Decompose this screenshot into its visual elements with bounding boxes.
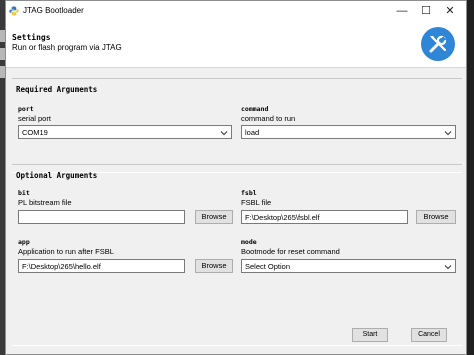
app-label: app bbox=[18, 238, 30, 246]
section-title-optional: Optional Arguments bbox=[16, 171, 98, 180]
minimize-icon: — bbox=[396, 4, 408, 17]
app-file-input[interactable]: F:\Desktop\265\hello.elf bbox=[18, 259, 185, 273]
port-value: COM19 bbox=[22, 128, 48, 137]
command-select[interactable]: load bbox=[241, 125, 456, 139]
chevron-down-icon bbox=[444, 265, 452, 270]
tools-icon bbox=[429, 35, 447, 53]
bit-description: PL bitstream file bbox=[18, 198, 72, 207]
minimize-button[interactable]: — bbox=[390, 1, 414, 21]
page-subtitle: Run or flash program via JTAG bbox=[12, 43, 122, 52]
chevron-down-icon bbox=[444, 131, 452, 136]
mode-select[interactable]: Select Option bbox=[241, 259, 456, 273]
window-title: JTAG Bootloader bbox=[23, 6, 84, 15]
command-label: command bbox=[241, 105, 269, 113]
optional-arguments-section: Optional Arguments bit PL bitstream file… bbox=[12, 164, 462, 346]
bit-file-input[interactable] bbox=[18, 210, 185, 224]
mode-description: Bootmode for reset command bbox=[241, 247, 340, 256]
required-arguments-section: Required Arguments port serial port COM1… bbox=[12, 78, 462, 173]
close-button[interactable]: ✕ bbox=[438, 1, 462, 21]
close-icon: ✕ bbox=[445, 4, 455, 17]
tools-badge bbox=[421, 27, 455, 61]
bit-label: bit bbox=[18, 189, 30, 197]
app-browse-button[interactable]: Browse bbox=[195, 259, 233, 273]
chevron-down-icon bbox=[220, 131, 228, 136]
section-title-required: Required Arguments bbox=[16, 85, 98, 94]
port-description: serial port bbox=[18, 114, 51, 123]
title-bar[interactable]: JTAG Bootloader — ☐ ✕ bbox=[6, 1, 466, 21]
settings-header: Settings Run or flash program via JTAG bbox=[6, 21, 466, 66]
settings-body: Required Arguments port serial port COM1… bbox=[6, 67, 466, 354]
fsbl-label: fsbl bbox=[241, 189, 257, 197]
app-description: Application to run after FSBL bbox=[18, 247, 114, 256]
command-description: command to run bbox=[241, 114, 296, 123]
app-window: JTAG Bootloader — ☐ ✕ Settings Run or fl… bbox=[5, 0, 467, 355]
start-button[interactable]: Start bbox=[352, 328, 388, 342]
python-icon bbox=[9, 6, 19, 16]
page-title: Settings bbox=[12, 33, 51, 42]
port-label: port bbox=[18, 105, 34, 113]
fsbl-file-input[interactable]: F:\Desktop\265\fsbl.elf bbox=[241, 210, 408, 224]
port-select[interactable]: COM19 bbox=[18, 125, 232, 139]
fsbl-browse-button[interactable]: Browse bbox=[416, 210, 456, 224]
background-right-edge bbox=[467, 0, 474, 355]
cancel-button[interactable]: Cancel bbox=[411, 328, 447, 342]
fsbl-description: FSBL file bbox=[241, 198, 272, 207]
mode-value: Select Option bbox=[245, 262, 291, 271]
bit-browse-button[interactable]: Browse bbox=[195, 210, 233, 224]
maximize-button[interactable]: ☐ bbox=[414, 1, 438, 21]
command-value: load bbox=[245, 128, 260, 137]
maximize-icon: ☐ bbox=[421, 4, 431, 17]
mode-label: mode bbox=[241, 238, 257, 246]
